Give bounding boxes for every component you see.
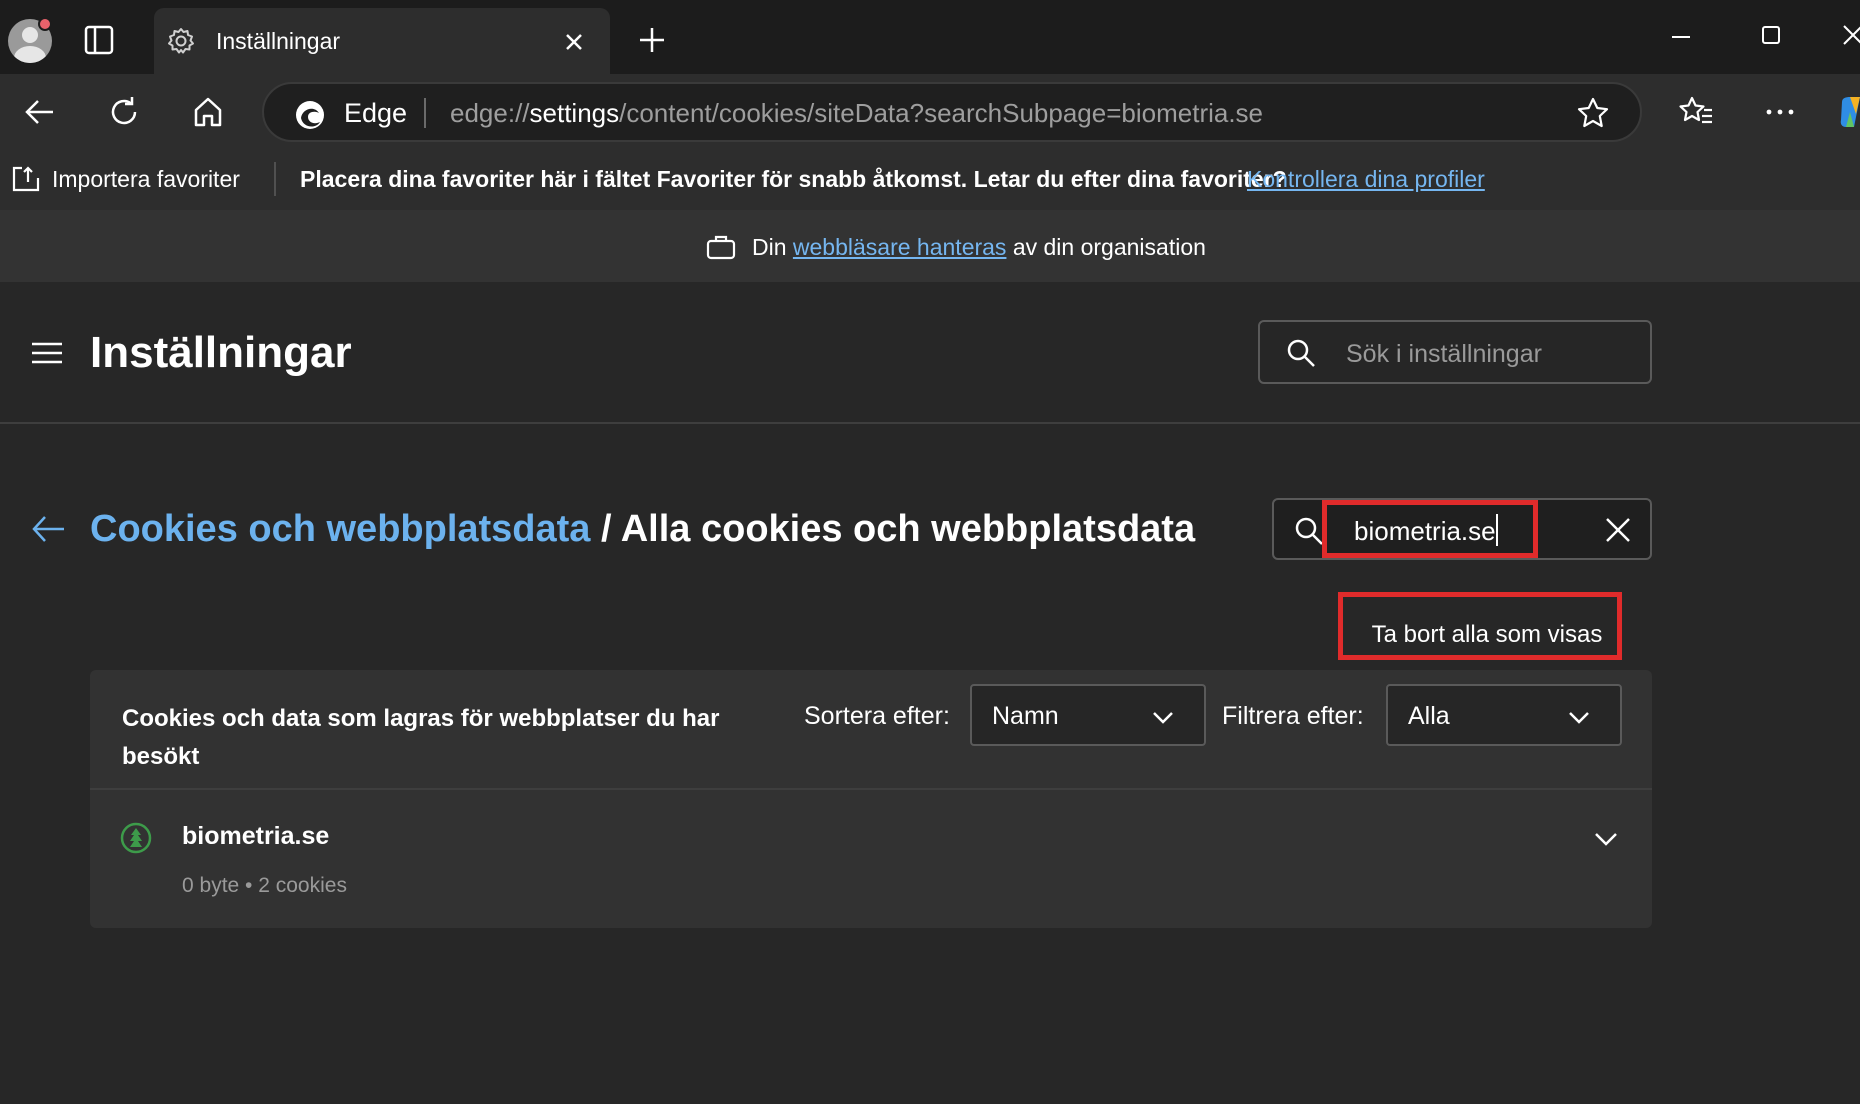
search-icon (1294, 516, 1324, 546)
tab-title: Inställningar (216, 28, 341, 54)
search-icon (1286, 338, 1316, 368)
import-favorites-button[interactable]: Importera favoriter (52, 166, 240, 193)
site-data-heading: Cookies och data som lagras för webbplat… (122, 705, 720, 770)
site-meta: 0 byte • 2 cookies (182, 874, 347, 897)
managed-banner: Din webbläsare hanteras av din organisat… (0, 210, 1860, 282)
search-highlight-box (1322, 500, 1538, 558)
browser-toolbar: Edge edge://settings/content/cookies/sit… (0, 74, 1860, 148)
import-favorites-icon[interactable] (10, 164, 42, 194)
tab-settings[interactable]: Inställningar (154, 8, 610, 74)
back-arrow-icon[interactable] (30, 512, 68, 546)
tab-strip: Inställningar (0, 0, 1860, 74)
edge-label: Edge (344, 98, 408, 128)
close-window-icon[interactable] (1840, 22, 1860, 48)
copilot-icon[interactable] (1836, 94, 1860, 130)
add-favorite-star-icon[interactable] (1576, 96, 1610, 130)
remove-all-shown-button[interactable]: Ta bort alla som visas (1338, 592, 1622, 660)
chevron-down-icon (1566, 704, 1592, 730)
url-host: settings (529, 98, 620, 128)
managed-text: Din webbläsare hanteras av din organisat… (752, 234, 1206, 261)
settings-header: Inställningar Sök i inställningar (0, 282, 1860, 424)
breadcrumb: Cookies och webbplatsdata / Alla cookies… (90, 508, 1195, 551)
sort-value: Namn (992, 702, 1059, 730)
maximize-icon[interactable] (1758, 22, 1784, 48)
avatar-head (22, 27, 38, 43)
hamburger-menu-icon[interactable] (30, 338, 66, 368)
more-menu-icon[interactable] (1762, 94, 1798, 130)
sort-select[interactable]: Namn (970, 684, 1206, 746)
edge-logo-icon (294, 99, 326, 131)
breadcrumb-current: Alla cookies och webbplatsdata (620, 508, 1196, 550)
site-name: biometria.se (182, 822, 330, 850)
favorites-icon[interactable] (1678, 94, 1714, 130)
gear-icon (166, 26, 196, 56)
favorites-bar-message: Placera dina favoriter här i fältet Favo… (300, 166, 1287, 192)
url-path: /content/cookies/siteData?searchSubpage=… (619, 98, 1264, 128)
refresh-icon[interactable] (106, 94, 142, 130)
clear-search-icon[interactable] (1604, 516, 1632, 544)
briefcase-icon (706, 234, 736, 260)
settings-search-placeholder: Sök i inställningar (1346, 340, 1542, 368)
browser-managed-link[interactable]: webbläsare hanteras (793, 234, 1007, 260)
url-text[interactable]: edge://settings/content/cookies/siteData… (450, 98, 1263, 129)
breadcrumb-separator: / (590, 508, 621, 550)
close-tab-icon[interactable] (562, 30, 586, 54)
home-icon[interactable] (190, 94, 226, 130)
managed-suffix: av din organisation (1012, 234, 1206, 260)
list-item[interactable]: biometria.se 0 byte • 2 cookies (90, 790, 1652, 928)
chevron-down-icon (1150, 704, 1176, 730)
page-title: Inställningar (90, 328, 352, 377)
url-scheme: edge:// (450, 98, 530, 128)
filter-select[interactable]: Alla (1386, 684, 1622, 746)
favorites-bar: Importera favoriter Placera dina favorit… (0, 148, 1860, 210)
notification-dot (38, 17, 52, 31)
tab-actions-icon[interactable] (82, 24, 122, 58)
omnibox-separator (424, 98, 426, 128)
minimize-icon[interactable] (1668, 24, 1694, 50)
site-data-card: Cookies och data som lagras för webbplat… (90, 670, 1652, 928)
back-icon[interactable] (22, 94, 58, 130)
breadcrumb-parent-link[interactable]: Cookies och webbplatsdata (90, 508, 590, 550)
settings-search-input[interactable]: Sök i inställningar (1258, 320, 1652, 384)
chevron-down-icon[interactable] (1592, 824, 1620, 852)
filter-label: Filtrera efter: (1222, 702, 1364, 730)
managed-prefix: Din (752, 234, 787, 260)
sort-label: Sortera efter: (804, 702, 950, 730)
check-profiles-link[interactable]: Kontrollera dina profiler (1247, 166, 1485, 193)
new-tab-button[interactable] (636, 24, 668, 56)
avatar-shoulders (14, 46, 46, 63)
filter-value: Alla (1408, 702, 1450, 730)
favbar-divider (274, 162, 276, 196)
address-bar[interactable]: Edge edge://settings/content/cookies/sit… (262, 82, 1642, 142)
site-favicon-icon (120, 822, 152, 854)
